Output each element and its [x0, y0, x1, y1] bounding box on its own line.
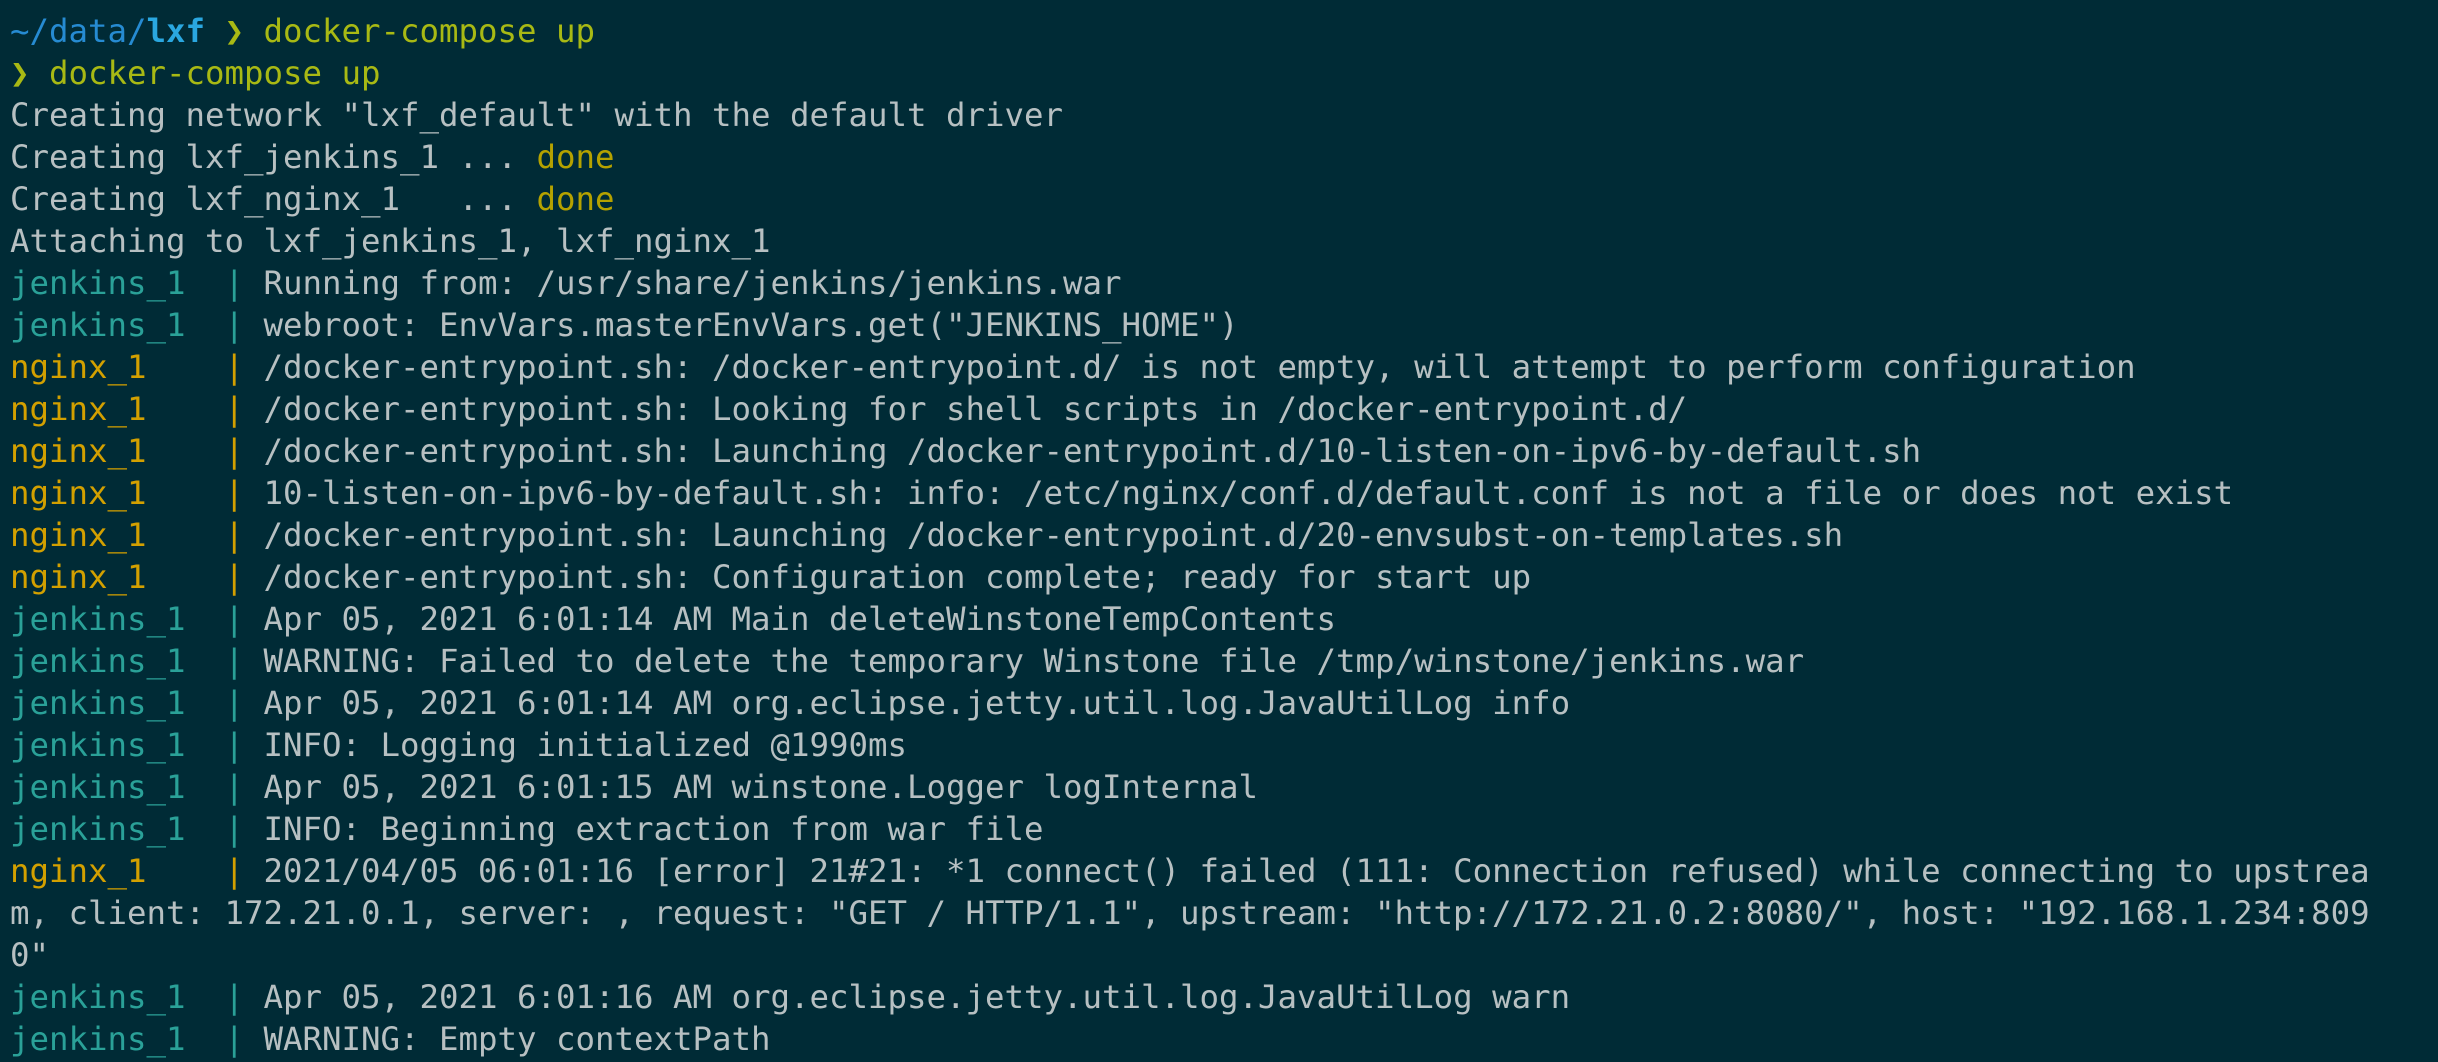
log-line: nginx_1 | /docker-entrypoint.sh: Launchi…: [10, 514, 2438, 556]
log-line: nginx_1 | /docker-entrypoint.sh: Configu…: [10, 556, 2438, 598]
log-message: INFO: Beginning extraction from war file: [263, 810, 1044, 848]
log-service-prefix: jenkins_1 |: [10, 600, 264, 638]
log-line: jenkins_1 | Apr 05, 2021 6:01:14 AM Main…: [10, 598, 2438, 640]
log-service-prefix: jenkins_1 |: [10, 264, 264, 302]
log-service-prefix: nginx_1 |: [10, 558, 264, 596]
log-line: jenkins_1 | Running from: /usr/share/jen…: [10, 262, 2438, 304]
log-service-prefix: nginx_1 |: [10, 348, 264, 386]
log-line: jenkins_1 | Apr 05, 2021 6:01:14 AM org.…: [10, 682, 2438, 724]
log-service-prefix: nginx_1 |: [10, 516, 264, 554]
log-message: 10-listen-on-ipv6-by-default.sh: info: /…: [263, 474, 2234, 512]
log-service-prefix: jenkins_1 |: [10, 684, 264, 722]
terminal-window[interactable]: ~/data/lxf ❯ docker-compose up ❯ docker-…: [0, 0, 2438, 1062]
log-line: nginx_1 | 2021/04/05 06:01:16 [error] 21…: [10, 850, 2438, 892]
log-message: WARNING: Failed to delete the temporary …: [263, 642, 1805, 680]
log-message: /docker-entrypoint.sh: /docker-entrypoin…: [263, 348, 2136, 386]
log-service-prefix: nginx_1 |: [10, 852, 264, 890]
log-message: Running from: /usr/share/jenkins/jenkins…: [263, 264, 1122, 302]
log-service-prefix: nginx_1 |: [10, 474, 264, 512]
attaching-line: Attaching to lxf_jenkins_1, lxf_nginx_1: [10, 222, 771, 260]
log-message: Apr 05, 2021 6:01:15 AM winstone.Logger …: [263, 768, 1259, 806]
log-service-prefix: jenkins_1 |: [10, 642, 264, 680]
log-service-prefix: jenkins_1 |: [10, 726, 264, 764]
log-line: 0": [10, 934, 2438, 976]
log-service-prefix: jenkins_1 |: [10, 306, 264, 344]
log-line: jenkins_1 | INFO: Beginning extraction f…: [10, 808, 2438, 850]
log-line: nginx_1 | 10-listen-on-ipv6-by-default.s…: [10, 472, 2438, 514]
echo-command: docker-compose up: [49, 54, 381, 92]
creating-status: done: [536, 180, 615, 218]
log-message: /docker-entrypoint.sh: Launching /docker…: [263, 516, 1844, 554]
log-service-prefix: jenkins_1 |: [10, 1020, 264, 1058]
log-message: WARNING: Empty contextPath: [263, 1020, 771, 1058]
prompt-path: ~/data/: [10, 12, 147, 50]
log-line: nginx_1 | /docker-entrypoint.sh: Launchi…: [10, 430, 2438, 472]
log-line: nginx_1 | /docker-entrypoint.sh: Looking…: [10, 388, 2438, 430]
log-service-prefix: nginx_1 |: [10, 432, 264, 470]
log-message: Apr 05, 2021 6:01:14 AM org.eclipse.jett…: [263, 684, 1571, 722]
command-echo-line: ❯ docker-compose up: [10, 52, 2438, 94]
log-line: jenkins_1 | webroot: EnvVars.masterEnvVa…: [10, 304, 2438, 346]
prompt-arrow-icon: ❯: [205, 12, 264, 50]
log-message: /docker-entrypoint.sh: Looking for shell…: [263, 390, 1688, 428]
log-line: m, client: 172.21.0.1, server: , request…: [10, 892, 2438, 934]
creating-container-line: Creating lxf_nginx_1 ... done: [10, 178, 2438, 220]
log-service-prefix: jenkins_1 |: [10, 810, 264, 848]
log-service-prefix: nginx_1 |: [10, 390, 264, 428]
log-message: webroot: EnvVars.masterEnvVars.get("JENK…: [263, 306, 1239, 344]
creating-container-line: Creating lxf_jenkins_1 ... done: [10, 136, 2438, 178]
prompt-command: docker-compose up: [263, 12, 596, 50]
log-service-prefix: jenkins_1 |: [10, 768, 264, 806]
log-message: 2021/04/05 06:01:16 [error] 21#21: *1 co…: [263, 852, 2370, 890]
log-service-prefix: jenkins_1 |: [10, 978, 264, 1016]
log-line: nginx_1 | /docker-entrypoint.sh: /docker…: [10, 346, 2438, 388]
shell-prompt-line: ~/data/lxf ❯ docker-compose up: [10, 10, 2438, 52]
creating-container-text: Creating lxf_jenkins_1 ...: [10, 138, 537, 176]
log-output: jenkins_1 | Running from: /usr/share/jen…: [10, 262, 2438, 1060]
prompt-current-dir: lxf: [146, 12, 206, 50]
log-line: jenkins_1 | WARNING: Empty contextPath: [10, 1018, 2438, 1060]
log-line: jenkins_1 | Apr 05, 2021 6:01:15 AM wins…: [10, 766, 2438, 808]
log-line: jenkins_1 | Apr 05, 2021 6:01:16 AM org.…: [10, 976, 2438, 1018]
log-message: /docker-entrypoint.sh: Launching /docker…: [263, 432, 1922, 470]
log-message: Apr 05, 2021 6:01:16 AM org.eclipse.jett…: [263, 978, 1571, 1016]
log-line: jenkins_1 | INFO: Logging initialized @1…: [10, 724, 2438, 766]
log-message: INFO: Logging initialized @1990ms: [263, 726, 908, 764]
creating-network-line: Creating network "lxf_default" with the …: [10, 96, 1064, 134]
log-message: 0": [10, 936, 50, 974]
creating-status: done: [536, 138, 615, 176]
log-message: Apr 05, 2021 6:01:14 AM Main deleteWinst…: [263, 600, 1337, 638]
log-message: /docker-entrypoint.sh: Configuration com…: [263, 558, 1532, 596]
echo-arrow-icon: ❯: [10, 54, 50, 92]
log-message: m, client: 172.21.0.1, server: , request…: [10, 894, 2370, 932]
creating-container-text: Creating lxf_nginx_1 ...: [10, 180, 537, 218]
log-line: jenkins_1 | WARNING: Failed to delete th…: [10, 640, 2438, 682]
